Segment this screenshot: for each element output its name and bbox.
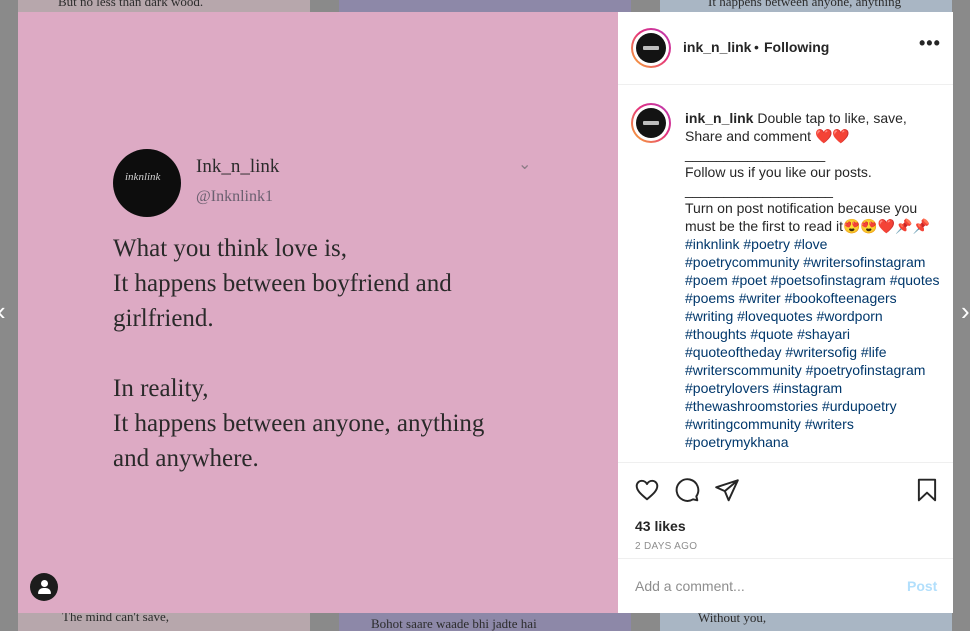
like-count[interactable]: 43 likes bbox=[635, 518, 686, 534]
quote-line: girlfriend. bbox=[113, 305, 214, 332]
comment-bar: Post bbox=[618, 558, 953, 613]
author-avatar[interactable] bbox=[631, 28, 671, 68]
post-image[interactable]: inknlink Ink_n_link @Inknlink1 ⌄ What yo… bbox=[18, 12, 618, 613]
caption-rule: ___________________ bbox=[685, 182, 833, 198]
avatar-logo-text: inknlink bbox=[125, 171, 161, 183]
quote-author-handle: @Inknlink1 bbox=[196, 188, 273, 205]
caption-text: ink_n_link Double tap to like, save, Sha… bbox=[685, 109, 940, 451]
quote-line: In reality, bbox=[113, 375, 209, 402]
background-post-text: But no less than dark wood. bbox=[58, 0, 204, 9]
caption-rule: __________________ bbox=[685, 146, 826, 162]
heart-icon[interactable] bbox=[634, 477, 660, 503]
background-post-tile[interactable]: But no less than dark wood. bbox=[18, 0, 310, 12]
post-details-panel: ink_n_link • Following ••• ink_n_link Do… bbox=[618, 12, 953, 613]
background-post-tile[interactable]: Without you, bbox=[660, 612, 952, 631]
post-comment-button[interactable]: Post bbox=[907, 578, 937, 594]
previous-post-arrow-icon[interactable]: ‹ bbox=[0, 298, 6, 324]
background-post-text: The mind can't save, bbox=[62, 612, 170, 624]
background-post-tile[interactable] bbox=[339, 0, 631, 12]
author-username[interactable]: ink_n_link bbox=[683, 39, 751, 55]
quote-line: and anywhere. bbox=[113, 445, 259, 472]
following-button[interactable]: Following bbox=[764, 39, 829, 55]
caption-section: ink_n_link Double tap to like, save, Sha… bbox=[618, 86, 953, 462]
tagged-users-icon[interactable] bbox=[30, 573, 58, 601]
caption-username[interactable]: ink_n_link bbox=[685, 110, 753, 126]
comment-icon[interactable] bbox=[674, 477, 700, 503]
action-bar: 43 likes 2 DAYS AGO bbox=[618, 462, 953, 558]
background-post-tile[interactable]: The mind can't save, bbox=[18, 612, 310, 631]
quote-author-avatar: inknlink bbox=[113, 149, 181, 217]
more-options-icon[interactable]: ••• bbox=[919, 33, 941, 54]
share-icon[interactable] bbox=[714, 477, 740, 503]
background-post-text: It happens between anyone, anything bbox=[708, 0, 902, 9]
chevron-down-icon: ⌄ bbox=[518, 156, 532, 173]
bookmark-icon[interactable] bbox=[914, 477, 940, 503]
caption-hashtags[interactable]: #inknlink #poetry #love #poetrycommunity… bbox=[685, 235, 940, 451]
post-date[interactable]: 2 DAYS AGO bbox=[635, 541, 697, 552]
quote-author-name: Ink_n_link bbox=[196, 156, 280, 177]
caption-line: Turn on post notification because you mu… bbox=[685, 200, 931, 234]
background-post-text: Without you, bbox=[698, 612, 767, 625]
comment-input[interactable] bbox=[635, 578, 885, 594]
background-post-tile[interactable]: It happens between anyone, anything bbox=[660, 0, 952, 12]
quote-line: It happens between boyfriend and bbox=[113, 270, 452, 297]
header-separator: • bbox=[754, 39, 759, 55]
post-header: ink_n_link • Following ••• bbox=[618, 12, 953, 85]
quote-line: What you think love is, bbox=[113, 235, 347, 262]
next-post-arrow-icon[interactable]: › bbox=[961, 298, 970, 324]
caption-line: Follow us if you like our posts. bbox=[685, 164, 872, 180]
background-post-tile[interactable]: Bohot saare waade bhi jadte hai bbox=[339, 612, 631, 631]
caption-author-avatar[interactable] bbox=[631, 103, 671, 143]
background-post-text: Bohot saare waade bhi jadte hai bbox=[371, 616, 537, 631]
quote-line: It happens between anyone, anything bbox=[113, 410, 485, 437]
